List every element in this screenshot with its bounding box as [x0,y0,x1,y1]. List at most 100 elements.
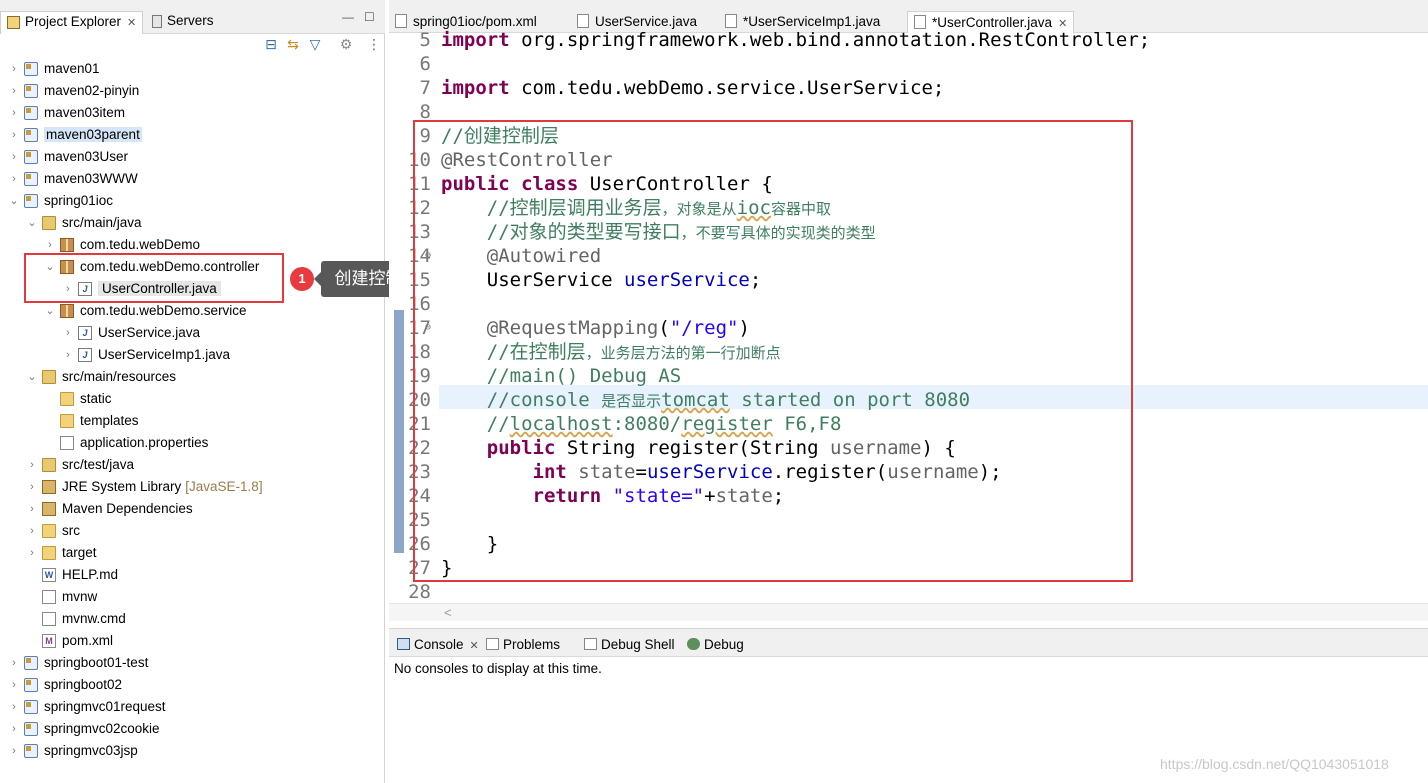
code-text: import org.springframework.web.bind.anno… [441,29,1151,51]
tree-item[interactable]: › JRE System Library [JavaSE-1.8] [0,476,384,498]
tree-item-label: maven03parent [44,127,142,142]
tree-item-label: springboot01-test [44,655,149,670]
tree-item[interactable]: Mpom.xml [0,630,384,652]
link-with-editor-icon[interactable]: ⇆ [285,36,301,52]
chevron-right-icon[interactable]: › [8,58,20,80]
tree-item[interactable]: ⌄ spring01ioc [0,190,384,212]
tree-item[interactable]: › maven03User [0,146,384,168]
tab-debug[interactable]: Debug [687,635,744,655]
horizontal-scrollbar[interactable]: < [389,603,1428,621]
chevron-right-icon[interactable]: › [62,344,74,366]
tree-item-label: com.tedu.webDemo.service [80,303,247,318]
tree-item[interactable]: › springboot02 [0,674,384,696]
filter-icon[interactable]: ▽ [307,36,323,52]
tree-item[interactable]: › src/test/java [0,454,384,476]
tree-item-label: springmvc02cookie [44,721,160,736]
tree-item-label: maven03User [44,149,129,164]
maximize-icon[interactable]: ☐ [364,10,375,24]
tab-console[interactable]: Console ✕ [397,635,479,655]
tree-item[interactable]: application.properties [0,432,384,454]
tree-item[interactable]: templates [0,410,384,432]
project-icon [24,172,38,186]
code-line[interactable]: 7 import com.tedu.webDemo.service.UserSer… [389,76,1428,100]
chevron-right-icon[interactable]: › [26,498,38,520]
folder-icon [60,392,74,406]
tree-item[interactable]: › springmvc01request [0,696,384,718]
folder-icon [60,414,74,428]
tree-item[interactable]: ⌄ src/main/java [0,212,384,234]
java-file-icon: J [78,326,92,340]
tab-project-explorer[interactable]: Project Explorer ✕ [0,11,144,34]
chevron-right-icon[interactable]: › [8,674,20,696]
tree-item[interactable]: › target [0,542,384,564]
code-line[interactable]: 5 import org.springframework.web.bind.ann… [389,28,1428,52]
tree-item[interactable]: › src [0,520,384,542]
chevron-right-icon[interactable]: › [26,476,38,498]
tree-item[interactable]: › maven03parent [0,124,384,146]
chevron-right-icon[interactable]: › [8,740,20,762]
chevron-right-icon[interactable]: › [8,124,20,146]
tab-console-label: Console [414,637,464,652]
view-menu-icon[interactable]: ⚙ [338,36,354,52]
tree-item[interactable]: › maven03item [0,102,384,124]
tree-item-label: target [62,545,97,560]
chevron-down-icon[interactable]: ⌄ [26,212,38,234]
chevron-right-icon[interactable]: › [26,542,38,564]
code-line[interactable]: 28 [389,580,1428,604]
tab-problems[interactable]: Problems [486,635,560,655]
tree-item[interactable]: W HELP.md [0,564,384,586]
chevron-right-icon[interactable]: › [8,696,20,718]
chevron-right-icon[interactable]: › [8,146,20,168]
tree-item-suffix: [JavaSE-1.8] [185,479,263,494]
highlight-box-controller [24,253,284,303]
tree-item-label: src/main/java [62,215,142,230]
chevron-right-icon[interactable]: › [8,102,20,124]
folder-icon [42,546,56,560]
tree-item[interactable]: ⌄ src/main/resources [0,366,384,388]
chevron-down-icon[interactable]: ⌄ [44,300,56,322]
chevron-right-icon[interactable]: › [26,520,38,542]
tree-item[interactable]: › J UserServiceImp1.java [0,344,384,366]
project-icon [24,722,38,736]
chevron-right-icon[interactable]: › [62,322,74,344]
tree-item[interactable]: › springboot01-test [0,652,384,674]
tree-item[interactable]: ⌄ com.tedu.webDemo.service [0,300,384,322]
tree-item-label: maven01 [44,61,100,76]
tree-item[interactable]: › Maven Dependencies [0,498,384,520]
tree-item[interactable]: static [0,388,384,410]
chevron-right-icon[interactable]: › [26,454,38,476]
tree-item-label: src/test/java [62,457,135,472]
callout-number-badge: 1 [290,267,314,291]
chevron-right-icon[interactable]: › [8,652,20,674]
collapse-all-icon[interactable]: ⊟ [263,36,279,52]
close-icon[interactable]: ✕ [127,17,136,29]
tree-item[interactable]: mvnw.cmd [0,608,384,630]
tree-item[interactable]: › maven03WWW [0,168,384,190]
tree-item-label: springmvc01request [44,699,166,714]
tab-servers[interactable]: Servers [152,11,214,31]
chevron-down-icon[interactable]: ⌄ [26,366,38,388]
watermark: https://blog.csdn.net/QQ1043051018 [1160,756,1389,772]
close-icon[interactable]: ✕ [470,640,479,652]
tree-item[interactable]: mvnw [0,586,384,608]
code-text: import com.tedu.webDemo.service.UserServ… [441,77,945,99]
tree-item[interactable]: › springmvc03jsp [0,740,384,762]
library-icon [42,480,56,494]
chevron-down-icon[interactable]: ⌄ [8,190,20,212]
tab-debug-shell[interactable]: Debug Shell [584,635,675,655]
tree-item[interactable]: › J UserService.java [0,322,384,344]
minimize-icon[interactable]: — [342,10,354,24]
more-icon[interactable]: ⋮ [366,36,382,52]
chevron-right-icon[interactable]: › [8,718,20,740]
chevron-right-icon[interactable]: › [8,80,20,102]
project-icon [24,700,38,714]
chevron-right-icon[interactable]: › [8,168,20,190]
code-line[interactable]: 6 [389,52,1428,76]
tree-item-label: application.properties [80,435,209,450]
tree-item-label: maven03item [44,105,126,120]
project-explorer-icon [7,15,20,29]
tree-item[interactable]: › springmvc02cookie [0,718,384,740]
scroll-left-icon[interactable]: < [444,605,452,620]
tree-item[interactable]: › maven02-pinyin [0,80,384,102]
tree-item[interactable]: › maven01 [0,58,384,80]
